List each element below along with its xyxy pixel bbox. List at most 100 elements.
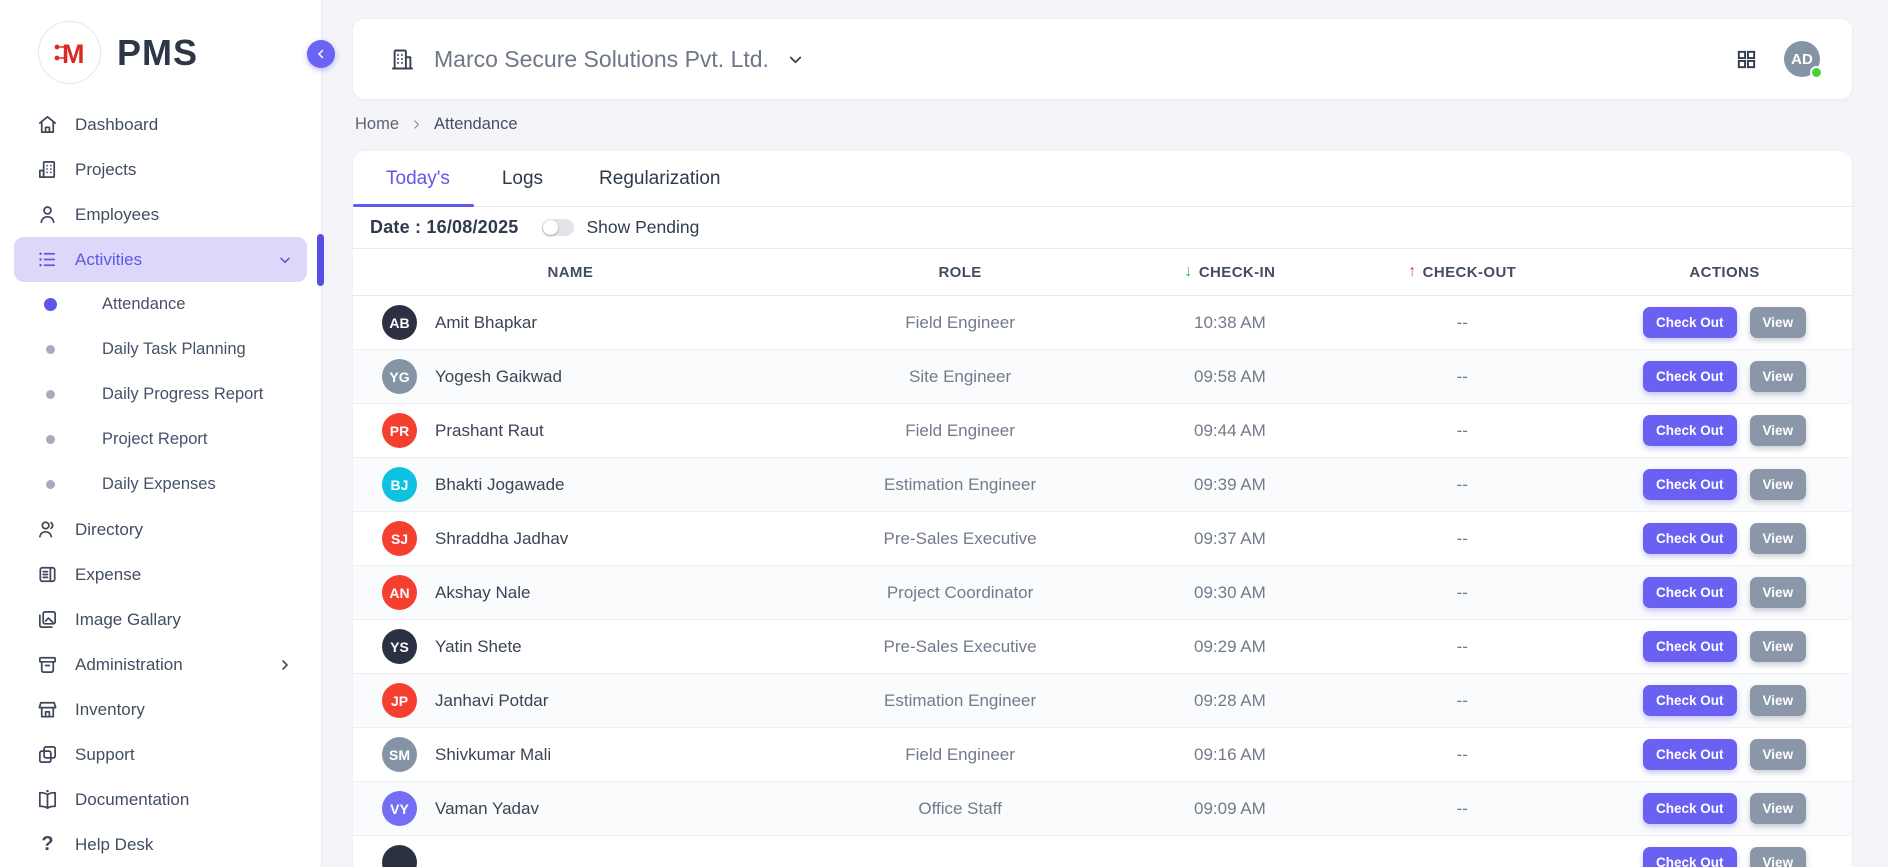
- sidebar-item-activities[interactable]: Activities: [14, 237, 307, 282]
- column-header-check-in[interactable]: ↓ CHECK-IN: [1132, 263, 1327, 281]
- view-button[interactable]: View: [1750, 739, 1807, 770]
- image-icon: [36, 608, 59, 631]
- employee-name: Shraddha Jadhav: [435, 529, 568, 549]
- sidebar-collapse-button[interactable]: [307, 40, 335, 68]
- avatar: JP: [382, 683, 417, 718]
- column-header-role: ROLE: [788, 264, 1133, 281]
- table-row: JPJanhavi PotdarEstimation Engineer09:28…: [353, 674, 1852, 728]
- archive-icon: [36, 653, 59, 676]
- check-out-button[interactable]: Check Out: [1643, 631, 1737, 662]
- sidebar-subitem-daily-progress-report[interactable]: Daily Progress Report: [14, 372, 307, 417]
- sidebar-item-help-desk[interactable]: ?Help Desk: [14, 822, 307, 867]
- employee-name: Amit Bhapkar: [435, 313, 537, 333]
- online-status-dot: [1810, 66, 1823, 79]
- sidebar-subitem-label: Attendance: [102, 295, 185, 314]
- sidebar-item-label: Support: [75, 745, 135, 765]
- column-header-check-out[interactable]: ↑ CHECK-OUT: [1327, 263, 1597, 281]
- breadcrumb-home-link[interactable]: Home: [355, 115, 399, 134]
- view-button[interactable]: View: [1750, 685, 1807, 716]
- check-out-button[interactable]: Check Out: [1643, 307, 1737, 338]
- check-out-button[interactable]: Check Out: [1643, 523, 1737, 554]
- employee-role: Pre-Sales Executive: [788, 637, 1133, 657]
- check-out-button[interactable]: Check Out: [1643, 739, 1737, 770]
- bullet-icon: [44, 298, 57, 311]
- sidebar-item-label: Projects: [75, 160, 136, 180]
- top-header: Marco Secure Solutions Pvt. Ltd. AD: [353, 19, 1852, 99]
- sidebar-nav-bottom: DirectoryExpenseImage Gallary Administrat…: [14, 507, 307, 867]
- apps-grid-button[interactable]: [1735, 48, 1758, 71]
- sidebar-subitem-project-report[interactable]: Project Report: [14, 417, 307, 462]
- check-out-button[interactable]: Check Out: [1643, 415, 1737, 446]
- sidebar-item-label: Documentation: [75, 790, 189, 810]
- sidebar-subitem-label: Daily Expenses: [102, 475, 216, 494]
- employee-role: Estimation Engineer: [788, 691, 1133, 711]
- sidebar-item-expense[interactable]: Expense: [14, 552, 307, 597]
- sidebar-item-projects[interactable]: Projects: [14, 147, 307, 192]
- view-button[interactable]: View: [1750, 523, 1807, 554]
- table-row: ANAkshay NaleProject Coordinator09:30 AM…: [353, 566, 1852, 620]
- check-out-button[interactable]: Check Out: [1643, 793, 1737, 824]
- table-row: ABAmit BhapkarField Engineer10:38 AM--Ch…: [353, 296, 1852, 350]
- tab-logs[interactable]: Logs: [474, 151, 571, 206]
- bullet-icon: [46, 435, 55, 444]
- view-button[interactable]: View: [1750, 631, 1807, 662]
- sidebar-item-image-gallary[interactable]: Image Gallary: [14, 597, 307, 642]
- home-icon: [36, 113, 59, 136]
- employee-name: Bhakti Jogawade: [435, 475, 564, 495]
- view-button[interactable]: View: [1750, 307, 1807, 338]
- sidebar-item-label: Administration: [75, 655, 183, 675]
- avatar: SJ: [382, 521, 417, 556]
- attendance-card: Today's Logs Regularization Date : 16/08…: [353, 151, 1852, 867]
- sidebar-subitem-daily-task-planning[interactable]: Daily Task Planning: [14, 327, 307, 372]
- sidebar-item-support[interactable]: Support: [14, 732, 307, 777]
- column-header-actions: ACTIONS: [1597, 264, 1852, 281]
- sidebar-subitem-label: Daily Task Planning: [102, 340, 246, 359]
- view-button[interactable]: View: [1750, 361, 1807, 392]
- check-in-time: 09:44 AM: [1132, 421, 1327, 441]
- sidebar-item-dashboard[interactable]: Dashboard: [14, 102, 307, 147]
- employee-role: Site Engineer: [788, 367, 1133, 387]
- sort-arrow-up-icon: ↑: [1408, 263, 1416, 281]
- user-avatar[interactable]: AD: [1784, 41, 1820, 77]
- store-icon: [36, 698, 59, 721]
- sidebar-item-inventory[interactable]: Inventory: [14, 687, 307, 732]
- date-label: Date : 16/08/2025: [370, 217, 519, 238]
- sidebar-item-label: Dashboard: [75, 115, 158, 135]
- employee-role: Project Coordinator: [788, 583, 1133, 603]
- employee-role: Field Engineer: [788, 421, 1133, 441]
- bullet-icon: [46, 480, 55, 489]
- tab-regularization[interactable]: Regularization: [571, 151, 748, 206]
- sidebar-item-administration[interactable]: Administration: [14, 642, 307, 687]
- receipt-icon: [36, 563, 59, 586]
- show-pending-toggle[interactable]: [542, 219, 574, 236]
- sidebar: M PMS DashboardProjectsEmployeesActiviti…: [0, 0, 322, 867]
- view-button[interactable]: View: [1750, 793, 1807, 824]
- tab-todays[interactable]: Today's: [353, 151, 474, 206]
- table-row: SMShivkumar MaliField Engineer09:16 AM--…: [353, 728, 1852, 782]
- check-out-button[interactable]: Check Out: [1643, 577, 1737, 608]
- people-icon: [36, 518, 59, 541]
- view-button[interactable]: View: [1750, 847, 1807, 867]
- sidebar-item-label: Help Desk: [75, 835, 153, 855]
- app-title: PMS: [117, 32, 198, 74]
- sidebar-item-employees[interactable]: Employees: [14, 192, 307, 237]
- view-button[interactable]: View: [1750, 469, 1807, 500]
- check-out-time: --: [1327, 367, 1597, 387]
- check-in-time: 09:58 AM: [1132, 367, 1327, 387]
- check-out-button[interactable]: Check Out: [1643, 685, 1737, 716]
- company-selector[interactable]: Marco Secure Solutions Pvt. Ltd.: [389, 46, 805, 73]
- check-in-time: 09:28 AM: [1132, 691, 1327, 711]
- employee-name: Yogesh Gaikwad: [435, 367, 562, 387]
- sidebar-subitem-daily-expenses[interactable]: Daily Expenses: [14, 462, 307, 507]
- sidebar-item-directory[interactable]: Directory: [14, 507, 307, 552]
- view-button[interactable]: View: [1750, 577, 1807, 608]
- check-out-time: --: [1327, 799, 1597, 819]
- check-out-time: --: [1327, 313, 1597, 333]
- check-out-button[interactable]: Check Out: [1643, 847, 1737, 867]
- sidebar-item-documentation[interactable]: Documentation: [14, 777, 307, 822]
- check-out-button[interactable]: Check Out: [1643, 469, 1737, 500]
- check-out-button[interactable]: Check Out: [1643, 361, 1737, 392]
- support-icon: [36, 743, 59, 766]
- view-button[interactable]: View: [1750, 415, 1807, 446]
- sidebar-subitem-attendance[interactable]: Attendance: [14, 282, 307, 327]
